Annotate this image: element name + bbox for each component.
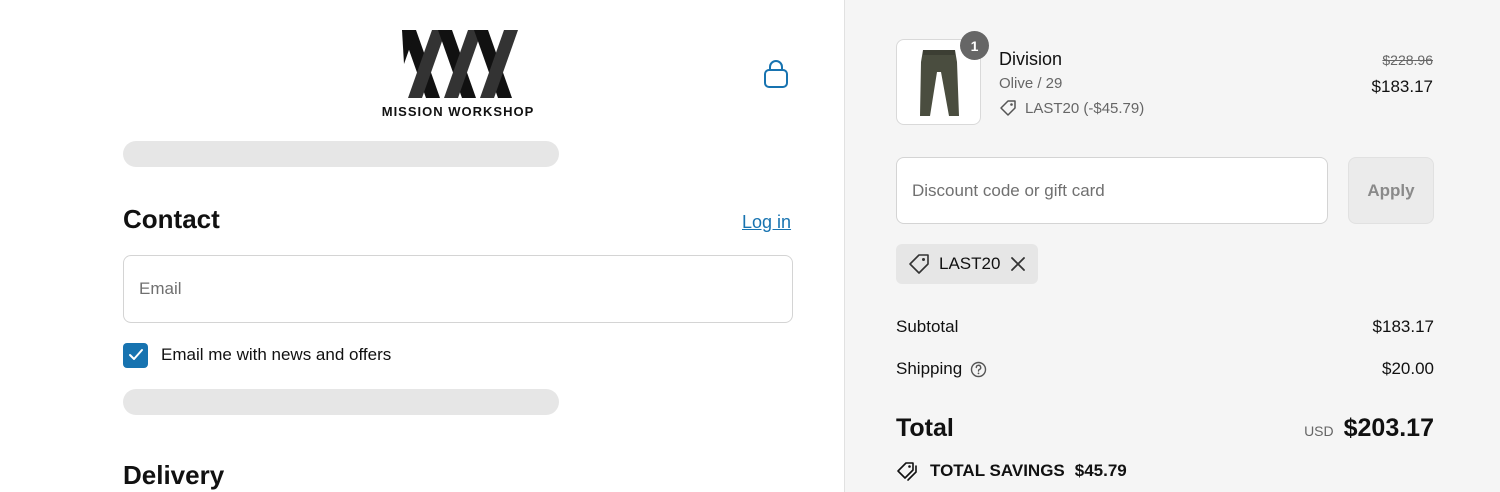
email-input[interactable] — [123, 255, 793, 323]
apply-discount-button[interactable]: Apply — [1348, 157, 1434, 224]
delivery-heading: Delivery — [123, 460, 225, 490]
brand-name: MISSION WORKSHOP — [381, 104, 535, 119]
tags-icon — [897, 462, 917, 481]
applied-discount-code: LAST20 — [939, 254, 1001, 273]
subtotal-row: Subtotal $183.17 — [896, 317, 1434, 337]
tag-icon — [909, 254, 929, 274]
subtotal-value: $183.17 — [1372, 317, 1434, 336]
product-variant: Olive / 29 — [999, 75, 1063, 92]
newsletter-label: Email me with news and offers — [161, 345, 392, 364]
total-label: Total — [896, 414, 954, 442]
total-savings-value: $45.79 — [1074, 461, 1127, 480]
total-value: $203.17 — [1343, 414, 1434, 442]
total-savings-label: TOTAL SAVINGS — [930, 461, 1065, 480]
tag-icon — [1000, 100, 1016, 116]
newsletter-checkbox-row[interactable]: Email me with news and offers — [123, 342, 391, 368]
shipping-label: Shipping — [896, 359, 963, 378]
currency-code: USD — [1304, 423, 1334, 439]
discount-code-input[interactable] — [896, 157, 1328, 224]
product-discount-label: LAST20 (-$45.79) — [1025, 99, 1145, 117]
shipping-value: $20.00 — [1382, 359, 1434, 378]
total-row: Total USD $203.17 — [896, 414, 1434, 443]
quantity-badge: 1 — [960, 31, 989, 60]
logo-mark-icon — [402, 30, 518, 98]
item-price: $183.17 — [1371, 77, 1433, 96]
shipping-row: Shipping $20.00 — [896, 359, 1434, 379]
order-summary-panel: 1 Division Olive / 29 LAST20 (-$45.79) $… — [844, 0, 1500, 492]
help-circle-icon[interactable] — [970, 361, 987, 378]
total-savings-row: TOTAL SAVINGS $45.79 — [896, 460, 1127, 482]
loading-placeholder — [123, 389, 559, 415]
contact-heading: Contact — [123, 204, 220, 234]
product-discount: LAST20 (-$45.79) — [999, 99, 1144, 117]
close-icon[interactable] — [1010, 256, 1026, 272]
newsletter-checkbox[interactable] — [123, 342, 148, 368]
applied-discount-chip: LAST20 — [896, 244, 1039, 284]
subtotal-label: Subtotal — [896, 317, 959, 336]
brand-logo[interactable]: MISSION WORKSHOP — [376, 30, 540, 122]
original-price: $228.96 — [1382, 52, 1433, 68]
product-name: Division — [999, 49, 1063, 69]
loading-placeholder — [123, 141, 559, 167]
login-link[interactable]: Log in — [742, 212, 791, 233]
checkmark-icon — [128, 349, 143, 360]
shopping-bag-icon[interactable] — [762, 60, 790, 90]
checkout-form-panel: MISSION WORKSHOP Contact Log in Email me… — [0, 0, 844, 492]
